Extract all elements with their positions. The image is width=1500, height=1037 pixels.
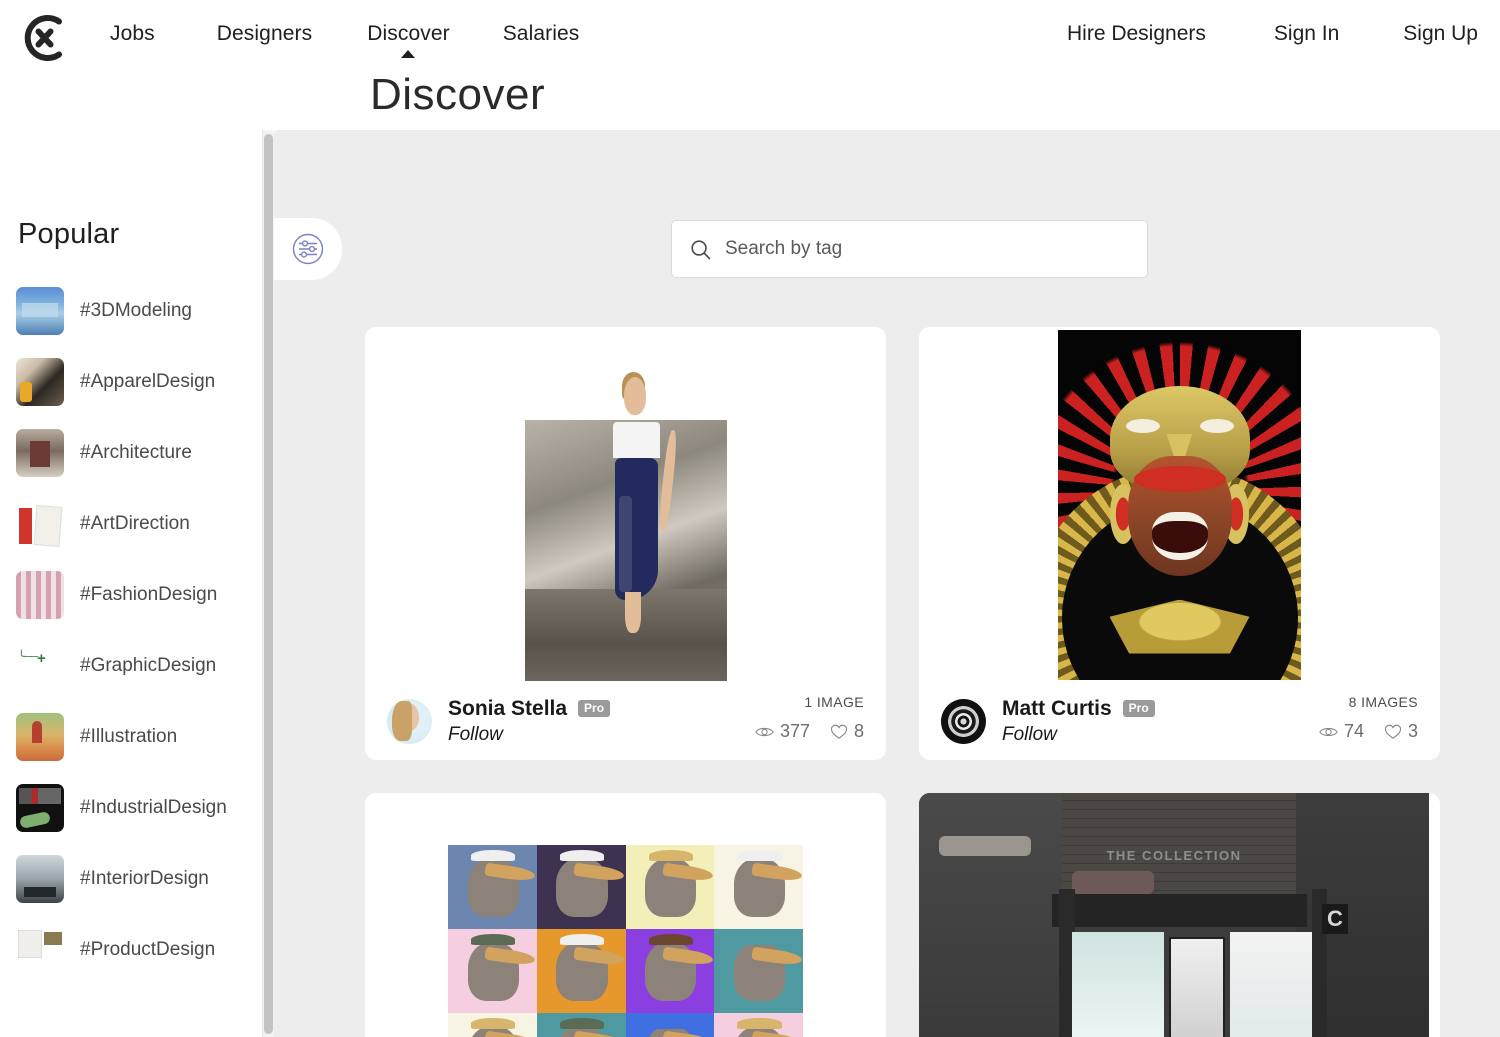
tag-thumbnail-icon [16,642,64,690]
sidebar-item-industrialdesign[interactable]: #IndustrialDesign [0,782,262,834]
discover-page: Jobs Designers Discover Salaries Hire De… [0,0,1500,1037]
nav-item-sign-up[interactable]: Sign Up [1403,22,1478,46]
popular-tag-list: #3DModeling #ApparelDesign #Architecture… [0,285,262,976]
project-card[interactable] [365,793,886,1037]
nav-item-hire-designers[interactable]: Hire Designers [1067,22,1206,46]
tag-thumbnail-icon [16,926,64,974]
sidebar: Popular #3DModeling #ApparelDesign #Arch… [0,130,262,1037]
search-bar[interactable] [671,220,1148,278]
tag-thumbnail-icon [16,713,64,761]
sidebar-item-label: #GraphicDesign [80,655,217,676]
heart-icon [830,724,848,739]
tag-thumbnail-icon [16,784,64,832]
eye-icon [755,727,774,736]
nav-item-salaries[interactable]: Salaries [503,22,580,46]
image-count: 1 IMAGE [804,694,864,710]
author-name[interactable]: Sonia Stella [448,697,567,721]
card-media-pelican-grid[interactable] [365,793,886,1037]
card-footer: Matt Curtis Pro Follow 8 IMAGES 74 3 [919,682,1440,760]
sidebar-item-label: #Illustration [80,726,178,747]
sidebar-item-3dmodeling[interactable]: #3DModeling [0,285,262,337]
nav-item-jobs[interactable]: Jobs [110,22,155,46]
card-media-storefront-render[interactable]: THE COLLECTION C [919,793,1440,1037]
sidebar-heading: Popular [18,218,120,250]
like-count[interactable]: 3 [1384,721,1418,742]
follow-button[interactable]: Follow [1002,724,1155,746]
project-card[interactable]: THE COLLECTION C [919,793,1440,1037]
nav-item-discover[interactable]: Discover [367,22,450,58]
sliders-filter-icon [292,233,324,265]
filter-toggle-button[interactable] [274,218,342,280]
account-nav: Hire Designers Sign In Sign Up [1067,22,1478,46]
tag-thumbnail-icon [16,358,64,406]
view-count-value: 74 [1343,721,1364,741]
like-count-value: 3 [1407,721,1418,741]
sidebar-item-label: #InteriorDesign [80,868,209,889]
author-name[interactable]: Matt Curtis [1002,697,1112,721]
search-icon [691,239,711,259]
card-footer: Sonia Stella Pro Follow 1 IMAGE 377 8 [365,682,886,760]
view-count: 377 [755,721,810,742]
view-count-value: 377 [779,721,810,741]
tag-thumbnail-icon [16,855,64,903]
follow-button[interactable]: Follow [448,724,610,746]
avatar[interactable] [941,698,986,744]
card-media-aztec-illustration[interactable] [919,327,1440,682]
sidebar-item-appareldesign[interactable]: #ApparelDesign [0,356,262,408]
caret-up-icon [401,50,416,58]
sidebar-item-artdirection[interactable]: #ArtDirection [0,498,262,550]
scrollbar-thumb[interactable] [264,134,273,1034]
card-stats: 377 8 [755,721,864,742]
project-card[interactable]: Matt Curtis Pro Follow 8 IMAGES 74 3 [919,327,1440,760]
content-scrollbar[interactable] [262,130,274,1037]
pro-badge: Pro [1122,700,1155,717]
nav-item-discover-label: Discover [367,22,450,45]
tag-thumbnail-icon [16,500,64,548]
sidebar-item-illustration[interactable]: #Illustration [0,711,262,763]
nav-item-sign-in[interactable]: Sign In [1274,22,1339,46]
view-count: 74 [1319,721,1364,742]
storefront-sign-text: THE COLLECTION [1106,848,1242,864]
tag-thumbnail-icon [16,287,64,335]
image-count: 8 IMAGES [1348,694,1418,710]
sidebar-item-fashiondesign[interactable]: #FashionDesign [0,569,262,621]
pelican-character-grid [448,844,803,1037]
like-count-value: 8 [853,721,864,741]
primary-nav: Jobs Designers Discover Salaries [110,22,580,58]
sidebar-item-label: #3DModeling [80,300,192,321]
sidebar-item-architecture[interactable]: #Architecture [0,427,262,479]
sidebar-item-label: #Architecture [80,442,192,463]
like-count[interactable]: 8 [830,721,864,742]
tag-thumbnail-icon [16,429,64,477]
sidebar-item-productdesign[interactable]: #ProductDesign [0,924,262,976]
project-card-grid: Sonia Stella Pro Follow 1 IMAGE 377 8 Ma… [365,327,1445,1037]
card-media-fashion-photo[interactable] [365,327,886,682]
site-header: Jobs Designers Discover Salaries Hire De… [0,0,1500,75]
sidebar-item-label: #ApparelDesign [80,371,216,392]
eye-icon [1319,727,1338,736]
coroflot-logo-icon[interactable] [16,10,72,66]
sidebar-item-label: #ArtDirection [80,513,190,534]
main-content: Sonia Stella Pro Follow 1 IMAGE [274,130,1500,1037]
sidebar-item-interiordesign[interactable]: #InteriorDesign [0,853,262,905]
nav-item-designers[interactable]: Designers [217,22,312,46]
tag-thumbnail-icon [16,571,64,619]
sidebar-item-graphicdesign[interactable]: #GraphicDesign [0,640,262,692]
card-stats: 74 3 [1319,721,1418,742]
search-input[interactable] [725,238,1129,260]
heart-icon [1384,724,1402,739]
project-card[interactable]: Sonia Stella Pro Follow 1 IMAGE 377 8 [365,327,886,760]
avatar[interactable] [387,698,432,744]
sidebar-item-label: #IndustrialDesign [80,797,227,818]
pro-badge: Pro [578,700,611,717]
sidebar-item-label: #FashionDesign [80,584,218,605]
page-title: Discover [370,70,546,119]
sidebar-item-label: #ProductDesign [80,939,216,960]
